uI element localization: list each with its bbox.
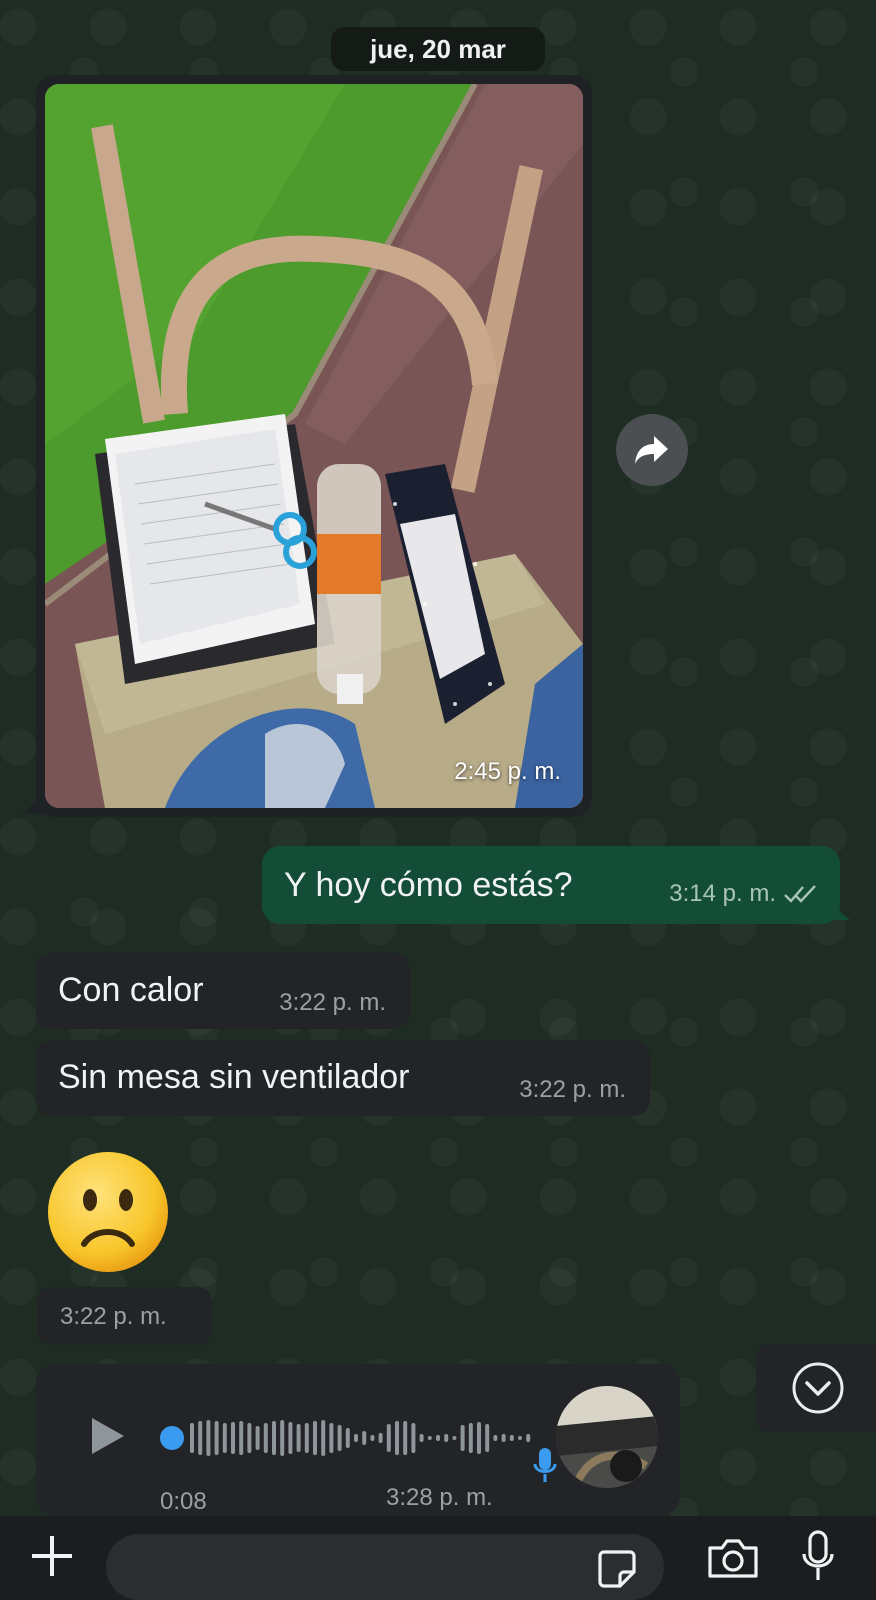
waveform-bar <box>485 1424 490 1452</box>
forward-arrow-icon <box>635 436 668 464</box>
waveform-bar <box>444 1434 449 1442</box>
waveform-bar <box>493 1435 498 1441</box>
waveform-bar <box>460 1425 465 1451</box>
message-text: Y hoy cómo estás? <box>284 866 573 904</box>
waveform-bar <box>272 1421 276 1455</box>
waveform-bar <box>468 1423 473 1453</box>
plus-icon[interactable] <box>28 1532 76 1580</box>
waveform-bar <box>190 1423 194 1453</box>
waveform-bar <box>255 1426 260 1450</box>
composer-bar <box>0 1516 876 1600</box>
waveform-bar <box>337 1425 342 1451</box>
waveform-bar <box>304 1423 309 1453</box>
message-timestamp: 3:14 p. m. <box>669 880 776 907</box>
waveform-bar <box>321 1420 326 1456</box>
double-check-icon <box>784 885 816 903</box>
chair-photo[interactable]: 2:45 p. m. <box>45 84 583 808</box>
sticker-icon[interactable] <box>596 1548 638 1590</box>
waveform-bar <box>395 1421 399 1455</box>
image-timestamp: 2:45 p. m. <box>454 758 561 785</box>
emoji-message-meta: 3:22 p. m. <box>38 1287 212 1345</box>
waveform-bar <box>411 1423 416 1453</box>
waveform-bar <box>436 1435 440 1441</box>
waveform-bar <box>354 1434 358 1442</box>
waveform-bar <box>452 1436 457 1440</box>
message-timestamp: 3:22 p. m. <box>60 1303 167 1330</box>
waveform-bar <box>239 1421 244 1455</box>
incoming-message-bubble[interactable]: Con calor 3:22 p. m. <box>36 953 410 1029</box>
microphone-icon[interactable] <box>800 1530 836 1586</box>
waveform-bar <box>263 1423 268 1453</box>
message-text: Con calor <box>58 971 204 1009</box>
waveform-bar <box>386 1424 391 1452</box>
play-icon[interactable] <box>90 1416 126 1456</box>
waveform-bar <box>509 1435 514 1441</box>
waveform-bar <box>231 1422 235 1454</box>
incoming-message-bubble[interactable]: Sin mesa sin ventilador 3:22 p. m. <box>36 1040 650 1116</box>
waveform-bar <box>288 1422 293 1454</box>
chevron-down-icon <box>792 1362 844 1414</box>
waveform-bar <box>403 1421 408 1455</box>
waveform-bar <box>214 1421 219 1455</box>
message-timestamp: 3:22 p. m. <box>279 989 386 1016</box>
outgoing-message-bubble[interactable]: Y hoy cómo estás? 3:14 p. m. <box>262 846 840 924</box>
waveform-bar <box>370 1435 375 1441</box>
waveform-bar <box>477 1422 481 1454</box>
microphone-icon <box>533 1448 557 1482</box>
waveform-bar <box>345 1428 350 1448</box>
date-separator: jue, 20 mar <box>331 27 545 71</box>
message-timestamp: 3:28 p. m. <box>386 1484 493 1511</box>
waveform-bar <box>329 1423 334 1453</box>
scroll-to-bottom-button[interactable] <box>756 1344 876 1432</box>
voice-message-bubble[interactable]: 0:08 3:28 p. m. <box>36 1364 680 1516</box>
waveform-bar <box>419 1434 424 1442</box>
waveform-bar <box>427 1436 432 1440</box>
waveform-bar <box>378 1433 383 1443</box>
voice-progress-handle <box>160 1426 184 1450</box>
waveform-bar <box>526 1434 531 1442</box>
slightly-frowning-face-emoji[interactable] <box>46 1150 170 1274</box>
waveform-bar <box>198 1421 203 1455</box>
voice-duration: 0:08 <box>160 1488 207 1515</box>
waveform-bar <box>280 1420 285 1456</box>
camera-icon[interactable] <box>706 1536 760 1580</box>
message-meta: 3:14 p. m. <box>669 880 818 908</box>
sender-avatar[interactable] <box>556 1386 658 1488</box>
waveform-bar <box>222 1423 227 1453</box>
waveform-bar <box>296 1424 301 1452</box>
message-text: Sin mesa sin ventilador <box>58 1058 410 1096</box>
waveform-bar <box>501 1434 506 1442</box>
image-message-bubble[interactable]: 2:45 p. m. <box>36 75 592 817</box>
forward-button[interactable] <box>616 414 688 486</box>
message-timestamp: 3:22 p. m. <box>519 1076 626 1103</box>
waveform-bar <box>362 1431 367 1445</box>
waveform-bar <box>247 1423 252 1453</box>
waveform-bar <box>206 1420 211 1456</box>
waveform-bar <box>518 1436 522 1440</box>
waveform-bar <box>313 1421 317 1455</box>
message-input-field[interactable] <box>106 1534 664 1600</box>
message-input[interactable] <box>126 1546 570 1588</box>
voice-waveform[interactable] <box>160 1418 550 1458</box>
